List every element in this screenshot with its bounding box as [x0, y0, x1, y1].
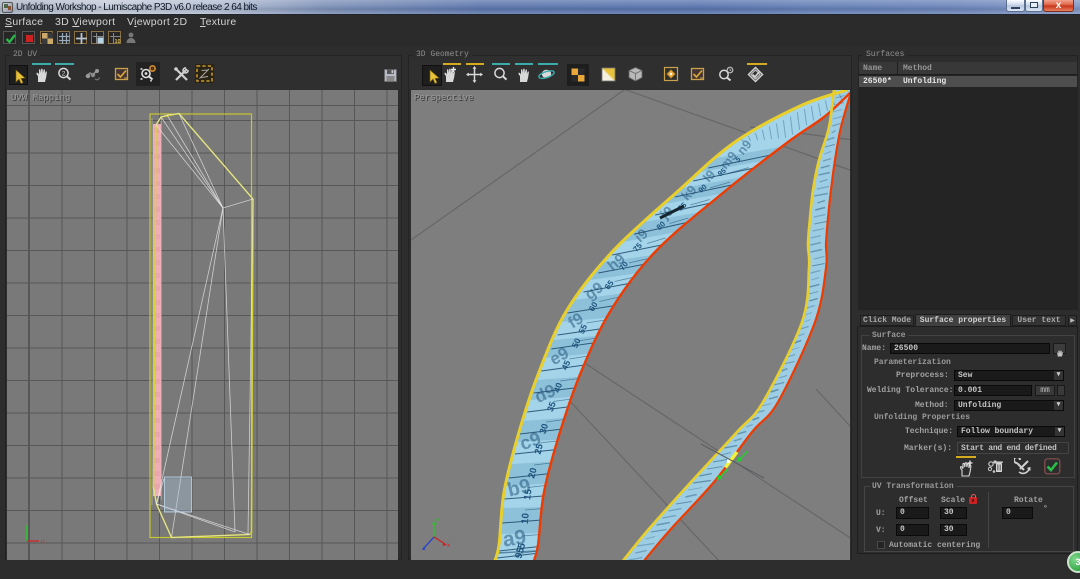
svg-text:y: y	[436, 518, 439, 524]
svg-text:2: 2	[62, 70, 66, 77]
svg-text:u: u	[41, 538, 45, 545]
svg-text:x: x	[447, 543, 450, 549]
svg-text:10: 10	[114, 39, 120, 45]
svg-text:15: 15	[522, 488, 534, 501]
svg-text:10: 10	[520, 512, 532, 525]
